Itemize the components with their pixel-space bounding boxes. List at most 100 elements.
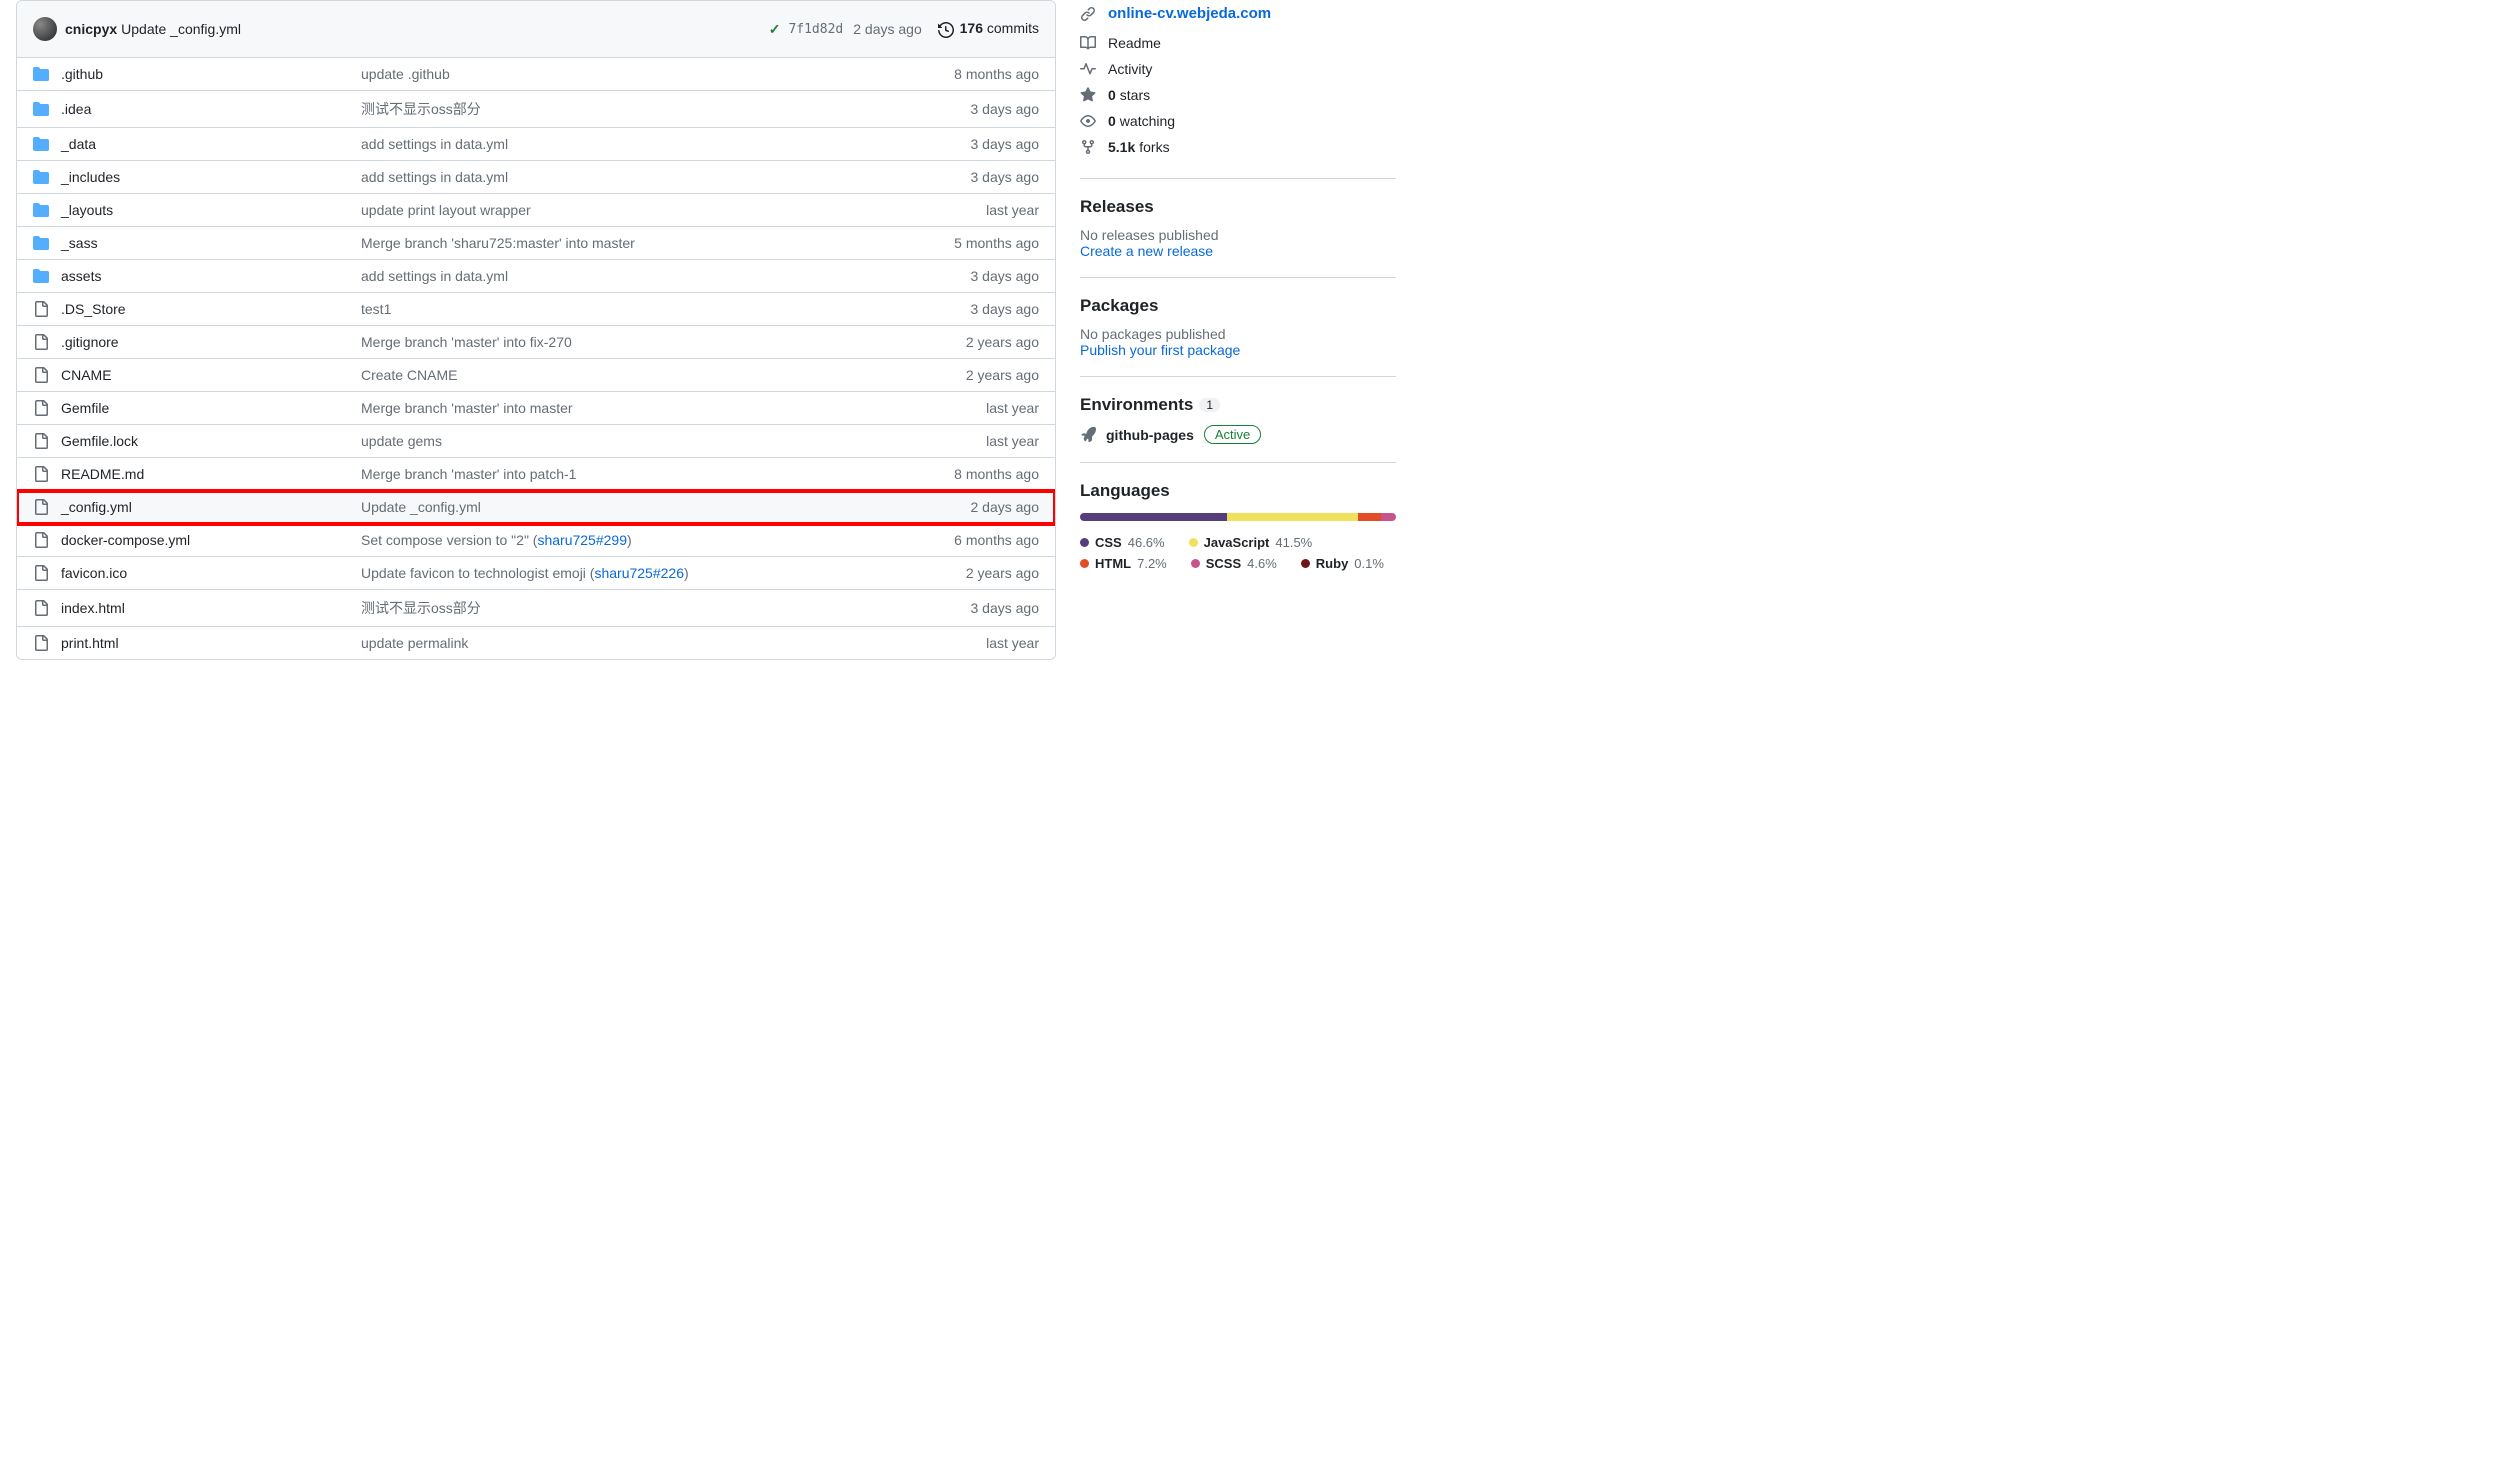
commit-message-link[interactable]: Update _config.yml xyxy=(361,499,909,515)
file-ago: last year xyxy=(909,635,1039,651)
languages-heading: Languages xyxy=(1080,481,1396,501)
file-name-link[interactable]: _sass xyxy=(61,235,98,251)
file-row: index.html 测试不显示oss部分 3 days ago xyxy=(17,590,1055,627)
website-link[interactable]: online-cv.webjeda.com xyxy=(1108,5,1271,22)
file-row: favicon.ico Update favicon to technologi… xyxy=(17,557,1055,590)
file-ago: 3 days ago xyxy=(909,600,1039,616)
file-name-link[interactable]: Gemfile xyxy=(61,400,109,416)
language-item[interactable]: HTML 7.2% xyxy=(1080,556,1167,571)
commit-message-link[interactable]: Merge branch 'master' into fix-270 xyxy=(361,334,909,350)
commits-label: commits xyxy=(987,20,1039,36)
stars-link[interactable]: 0 stars xyxy=(1080,82,1396,108)
file-name-link[interactable]: print.html xyxy=(61,635,119,651)
packages-heading[interactable]: Packages xyxy=(1080,296,1396,316)
file-name-link[interactable]: .gitignore xyxy=(61,334,119,350)
commit-message-link[interactable]: 测试不显示oss部分 xyxy=(361,99,909,119)
commit-message[interactable]: Update _config.yml xyxy=(121,21,241,37)
commit-message-link[interactable]: update print layout wrapper xyxy=(361,202,909,218)
language-item[interactable]: Ruby 0.1% xyxy=(1301,556,1384,571)
commit-message-link[interactable]: add settings in data.yml xyxy=(361,136,909,152)
commit-message-link[interactable]: 测试不显示oss部分 xyxy=(361,598,909,618)
language-item[interactable]: SCSS 4.6% xyxy=(1191,556,1277,571)
file-name-link[interactable]: _config.yml xyxy=(61,499,132,515)
file-ago: 2 years ago xyxy=(909,334,1039,350)
file-name-link[interactable]: _data xyxy=(61,136,96,152)
commit-message-link[interactable]: add settings in data.yml xyxy=(361,169,909,185)
lang-segment[interactable] xyxy=(1381,513,1396,521)
commit-message-link[interactable]: update permalink xyxy=(361,635,909,651)
lang-dot xyxy=(1301,559,1310,568)
commit-message-link[interactable]: Merge branch 'master' into patch-1 xyxy=(361,466,909,482)
history-link[interactable]: 176 commits xyxy=(938,20,1039,37)
folder-icon xyxy=(33,169,61,185)
file-icon xyxy=(33,499,61,515)
file-name-link[interactable]: assets xyxy=(61,268,101,284)
file-name-link[interactable]: .github xyxy=(61,66,103,82)
file-icon xyxy=(33,565,61,581)
releases-heading[interactable]: Releases xyxy=(1080,197,1396,217)
folder-row: .idea 测试不显示oss部分 3 days ago xyxy=(17,91,1055,128)
commit-ago[interactable]: 2 days ago xyxy=(853,21,922,37)
readme-link[interactable]: Readme xyxy=(1080,30,1396,56)
language-item[interactable]: CSS 46.6% xyxy=(1080,535,1165,550)
file-row: Gemfile Merge branch 'master' into maste… xyxy=(17,392,1055,425)
file-name-link[interactable]: _includes xyxy=(61,169,120,185)
file-row: print.html update permalink last year xyxy=(17,627,1055,659)
file-ago: last year xyxy=(909,433,1039,449)
link-icon xyxy=(1080,6,1096,22)
forks-link[interactable]: 5.1k forks xyxy=(1080,134,1396,160)
commit-message-link[interactable]: test1 xyxy=(361,301,909,317)
file-name-link[interactable]: Gemfile.lock xyxy=(61,433,138,449)
avatar[interactable] xyxy=(33,17,57,41)
commit-message-link[interactable]: Set compose version to "2" (sharu725#299… xyxy=(361,532,909,548)
file-row: .gitignore Merge branch 'master' into fi… xyxy=(17,326,1055,359)
pr-link[interactable]: sharu725#226 xyxy=(594,565,684,581)
file-ago: 3 days ago xyxy=(909,136,1039,152)
file-name-link[interactable]: docker-compose.yml xyxy=(61,532,190,548)
folder-row: _sass Merge branch 'sharu725:master' int… xyxy=(17,227,1055,260)
file-name-link[interactable]: favicon.ico xyxy=(61,565,127,581)
environment-name[interactable]: github-pages xyxy=(1106,427,1194,443)
environments-heading[interactable]: Environments 1 xyxy=(1080,395,1396,415)
commit-hash[interactable]: 7f1d82d xyxy=(788,22,843,37)
create-release-link[interactable]: Create a new release xyxy=(1080,243,1213,259)
lang-dot xyxy=(1080,559,1089,568)
publish-package-link[interactable]: Publish your first package xyxy=(1080,342,1240,358)
commit-message-link[interactable]: Merge branch 'sharu725:master' into mast… xyxy=(361,235,909,251)
commit-message-link[interactable]: Merge branch 'master' into master xyxy=(361,400,909,416)
commit-message-link[interactable]: update gems xyxy=(361,433,909,449)
activity-link[interactable]: Activity xyxy=(1080,56,1396,82)
file-row: _config.yml Update _config.yml 2 days ag… xyxy=(17,491,1055,524)
env-count: 1 xyxy=(1199,398,1220,412)
latest-commit-header: cnicpyx Update _config.yml ✓ 7f1d82d 2 d… xyxy=(17,1,1055,58)
file-icon xyxy=(33,433,61,449)
file-ago: 3 days ago xyxy=(909,301,1039,317)
lang-segment[interactable] xyxy=(1227,513,1358,521)
lang-dot xyxy=(1189,538,1198,547)
commit-message-link[interactable]: Create CNAME xyxy=(361,367,909,383)
file-name-link[interactable]: _layouts xyxy=(61,202,113,218)
file-name-link[interactable]: index.html xyxy=(61,600,125,616)
file-name-link[interactable]: .idea xyxy=(61,101,91,117)
pr-link[interactable]: sharu725#299 xyxy=(537,532,627,548)
language-item[interactable]: JavaScript 41.5% xyxy=(1189,535,1313,550)
folder-icon xyxy=(33,235,61,251)
lang-segment[interactable] xyxy=(1358,513,1381,521)
lang-segment[interactable] xyxy=(1080,513,1227,521)
file-icon xyxy=(33,400,61,416)
file-list-box: cnicpyx Update _config.yml ✓ 7f1d82d 2 d… xyxy=(16,0,1056,660)
commits-count: 176 xyxy=(960,20,983,36)
folder-icon xyxy=(33,136,61,152)
folder-icon xyxy=(33,66,61,82)
commit-message-link[interactable]: add settings in data.yml xyxy=(361,268,909,284)
file-icon xyxy=(33,532,61,548)
watching-link[interactable]: 0 watching xyxy=(1080,108,1396,134)
commit-message-link[interactable]: update .github xyxy=(361,66,909,82)
folder-row: .github update .github 8 months ago xyxy=(17,58,1055,91)
author-link[interactable]: cnicpyx xyxy=(65,21,117,37)
file-name-link[interactable]: CNAME xyxy=(61,367,112,383)
commit-message-link[interactable]: Update favicon to technologist emoji (sh… xyxy=(361,565,909,581)
file-name-link[interactable]: README.md xyxy=(61,466,144,482)
check-icon[interactable]: ✓ xyxy=(769,21,781,38)
file-name-link[interactable]: .DS_Store xyxy=(61,301,126,317)
